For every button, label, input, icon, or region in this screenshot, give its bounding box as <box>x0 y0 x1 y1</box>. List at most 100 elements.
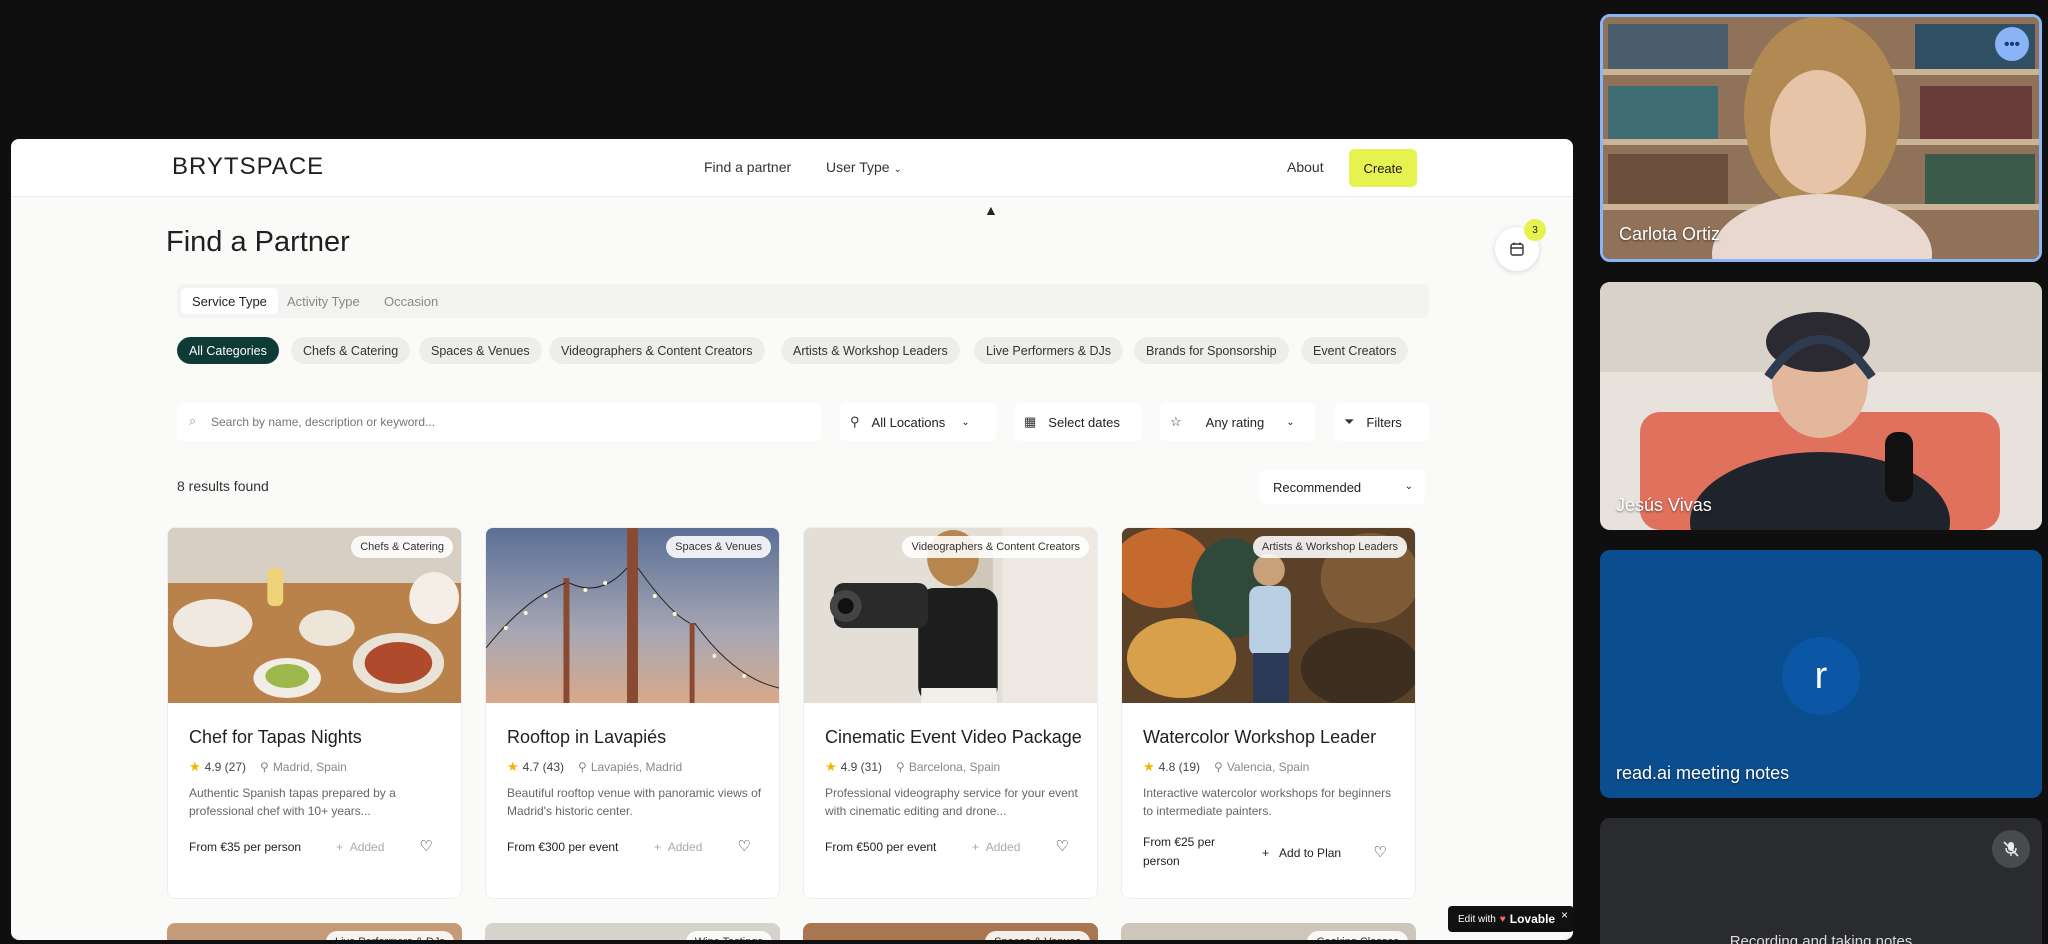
added-button[interactable]: + Added <box>654 840 702 854</box>
card-rating: 4.9 (27) <box>204 760 247 774</box>
added-label: Added <box>985 840 1021 854</box>
participant-tile[interactable]: r read.ai meeting notes <box>1600 550 2042 798</box>
card-price: From €35 per person <box>189 840 302 854</box>
partner-card-peek[interactable]: Live Performers & DJs <box>167 923 462 940</box>
top-nav: BRYTSPACE Find a partner User Type ⌄ Abou… <box>11 139 1573 197</box>
participant-name: read.ai meeting notes <box>1616 763 1790 783</box>
added-button[interactable]: + Added <box>972 840 1020 854</box>
partner-card-peek[interactable]: Wine Tastings <box>485 923 780 940</box>
card-price: From €500 per event <box>825 840 937 854</box>
plus-icon: + <box>972 840 980 854</box>
search-input[interactable] <box>211 410 801 434</box>
chip-videographers[interactable]: Videographers & Content Creators <box>549 337 765 364</box>
chevron-down-icon: ⌄ <box>1286 416 1295 428</box>
more-options-icon[interactable]: ••• <box>1995 27 2029 61</box>
sort-value: Recommended <box>1273 479 1362 495</box>
partner-card-peek[interactable]: Cooking Classes <box>1121 923 1416 940</box>
filters-button[interactable]: ⏷ Filters <box>1334 403 1429 441</box>
partner-card[interactable]: Videographers & Content Creators Cinemat… <box>803 527 1098 899</box>
avatar: r <box>1782 637 1860 715</box>
category-badge: Spaces & Venues <box>666 536 771 558</box>
add-to-plan-button[interactable]: + Add to Plan <box>1262 846 1341 860</box>
map-pin-icon: ⚲ <box>1214 760 1223 774</box>
search-icon: ⌕ <box>189 413 197 428</box>
star-icon: ☆ <box>1170 414 1182 429</box>
added-button[interactable]: + Added <box>336 840 384 854</box>
lovable-brand: Lovable <box>1509 912 1556 926</box>
category-badge: Chefs & Catering <box>351 536 453 558</box>
star-icon: ★ <box>1143 759 1155 774</box>
category-badge: Live Performers & DJs <box>325 931 454 940</box>
added-label: Added <box>349 840 385 854</box>
partner-card[interactable]: Chefs & Catering Chef for Tapas Nights ★… <box>167 527 462 899</box>
chip-artists-workshop[interactable]: Artists & Workshop Leaders <box>781 337 960 364</box>
add-to-plan-label: Add to Plan <box>1279 846 1342 860</box>
chevron-down-icon: ⌄ <box>1404 481 1413 492</box>
category-badge: Artists & Workshop Leaders <box>1252 536 1407 558</box>
added-label: Added <box>667 840 703 854</box>
date-picker[interactable]: ▦ Select dates <box>1014 403 1142 441</box>
card-rating: 4.8 (19) <box>1158 760 1201 774</box>
map-pin-icon: ⚲ <box>896 760 905 774</box>
create-button[interactable]: Create <box>1349 149 1417 187</box>
participant-tile[interactable]: Recording and taking notes <box>1600 818 2042 944</box>
heart-icon[interactable]: ♡ <box>420 837 433 855</box>
filter-tabs: Service Type Activity Type Occasion <box>177 284 1429 318</box>
logo[interactable]: BRYTSPACE <box>172 153 324 181</box>
partner-card-peek[interactable]: Spaces & Venues <box>803 923 1098 940</box>
plus-icon: + <box>654 840 662 854</box>
chip-chefs-catering[interactable]: Chefs & Catering <box>291 337 411 364</box>
participant-video <box>1600 282 2042 530</box>
star-icon: ★ <box>507 759 519 774</box>
chip-all-categories[interactable]: All Categories <box>177 337 279 364</box>
heart-icon[interactable]: ♡ <box>1374 843 1387 861</box>
nav-about[interactable]: About <box>1287 159 1324 175</box>
close-icon[interactable]: × <box>1561 908 1568 922</box>
lovable-prefix: Edit with <box>1458 913 1496 925</box>
mouse-cursor-icon: ▲ <box>984 202 998 218</box>
category-badge: Spaces & Venues <box>985 931 1090 940</box>
card-meta: ★ 4.8 (19) ⚲ Valencia, Spain <box>1143 759 1309 775</box>
chip-spaces-venues[interactable]: Spaces & Venues <box>419 337 542 364</box>
card-title[interactable]: Chef for Tapas Nights <box>189 727 362 748</box>
tab-occasion[interactable]: Occasion <box>373 288 449 314</box>
map-pin-icon: ⚲ <box>260 760 269 774</box>
page-title: Find a Partner <box>166 226 350 258</box>
rating-value: Any rating <box>1205 414 1265 430</box>
card-location: Valencia, Spain <box>1226 760 1310 774</box>
partner-card[interactable]: Artists & Workshop Leaders Watercolor Wo… <box>1121 527 1416 899</box>
heart-icon: ♥ <box>1499 913 1506 925</box>
results-count: 8 results found <box>177 478 269 494</box>
edit-with-lovable-badge[interactable]: Edit with ♥ Lovable × <box>1448 906 1573 932</box>
sort-select[interactable]: Recommended ⌄ <box>1260 470 1425 504</box>
chip-event-creators[interactable]: Event Creators <box>1301 337 1409 364</box>
chip-live-performers[interactable]: Live Performers & DJs <box>974 337 1124 364</box>
participant-tile-speaking[interactable]: ••• Carlota Ortiz <box>1600 14 2042 262</box>
nav-user-type[interactable]: User Type ⌄ <box>826 159 902 175</box>
partner-card[interactable]: Spaces & Venues Rooftop in Lavapiés ★ 4.7… <box>485 527 780 899</box>
card-rating: 4.9 (31) <box>840 760 883 774</box>
tab-service-type[interactable]: Service Type <box>181 288 278 314</box>
card-price: From €25 per person <box>1143 835 1216 868</box>
nav-user-type-label: User Type <box>826 159 890 175</box>
map-pin-icon: ⚲ <box>578 760 587 774</box>
card-title[interactable]: Cinematic Event Video Package <box>825 727 1082 748</box>
heart-icon[interactable]: ♡ <box>738 837 751 855</box>
plus-icon: + <box>1262 846 1270 860</box>
card-description: Professional videography service for you… <box>825 786 1078 818</box>
calendar-icon: ▦ <box>1024 414 1037 429</box>
participant-tile[interactable]: Jesús Vivas <box>1600 282 2042 530</box>
nav-find-partner[interactable]: Find a partner <box>704 159 791 175</box>
plan-count-badge: 3 <box>1524 219 1546 241</box>
tab-activity-type[interactable]: Activity Type <box>276 288 371 314</box>
filters-label: Filters <box>1366 414 1402 430</box>
card-location: Barcelona, Spain <box>908 760 1001 774</box>
chip-brands-sponsorship[interactable]: Brands for Sponsorship <box>1134 337 1289 364</box>
plus-icon: + <box>336 840 344 854</box>
card-title[interactable]: Rooftop in Lavapiés <box>507 727 666 748</box>
rating-select[interactable]: ☆ Any rating ⌄ <box>1160 403 1315 441</box>
location-select[interactable]: ⚲ All Locations ⌄ <box>840 403 996 441</box>
card-title[interactable]: Watercolor Workshop Leader <box>1143 727 1376 748</box>
category-badge: Videographers & Content Creators <box>902 536 1089 558</box>
heart-icon[interactable]: ♡ <box>1056 837 1069 855</box>
